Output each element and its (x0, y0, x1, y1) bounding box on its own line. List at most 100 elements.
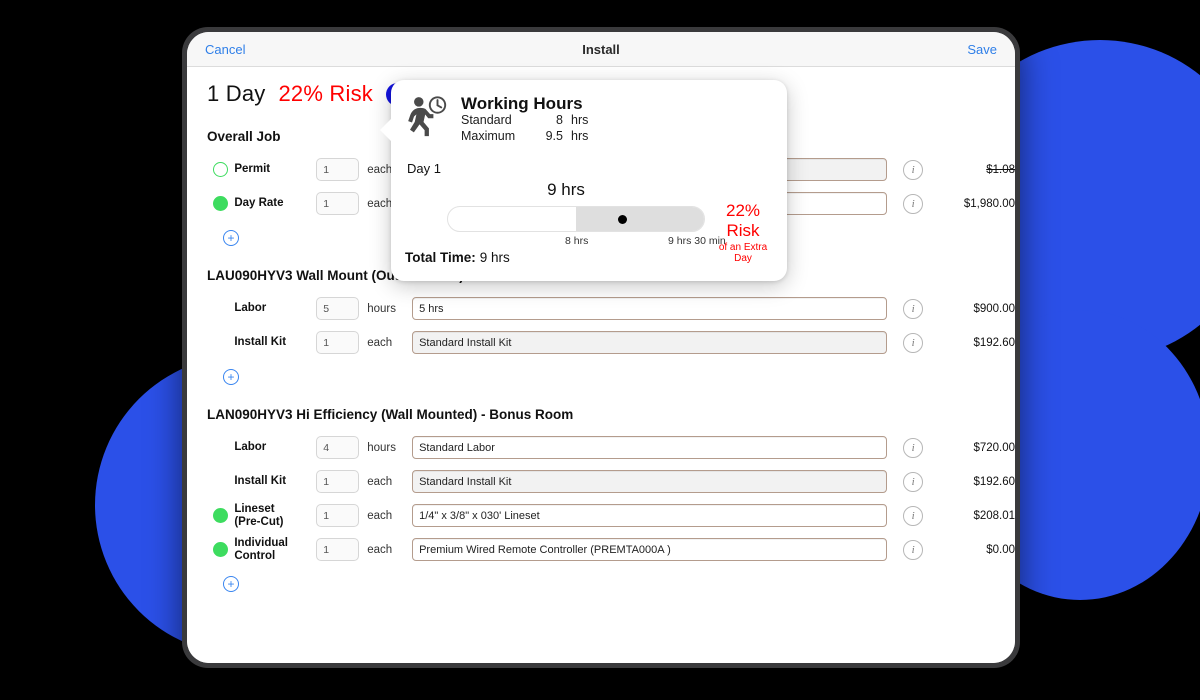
line-item-label: Install Kit (234, 336, 287, 349)
unit-label: each (367, 336, 393, 349)
hours-slider[interactable]: 9 hrs 8 hrs 9 hrs 30 min 22% Risk of an … (405, 180, 771, 264)
quantity-input[interactable] (316, 470, 360, 493)
working-hours-popover: Working Hours Standard 8 hrs Maximum 9.5… (380, 80, 787, 281)
row-info-icon[interactable]: i (903, 298, 924, 319)
quantity-input[interactable] (316, 538, 360, 561)
status-dot-none-icon[interactable] (213, 440, 228, 455)
line-item-price: $192.60 (973, 336, 1015, 349)
description-input[interactable] (412, 538, 888, 561)
line-item-row: Install Kit each i $192.60 (207, 326, 1015, 359)
status-dot-filled-icon[interactable] (213, 542, 229, 557)
status-dot-cell (207, 301, 234, 316)
maximum-unit: hrs (571, 128, 589, 143)
status-dot-none-icon[interactable] (213, 474, 228, 489)
add-line-item-button[interactable]: + (223, 576, 239, 592)
unit-label: each (367, 509, 393, 522)
row-info-icon[interactable]: i (903, 159, 924, 180)
row-info-icon[interactable]: i (903, 505, 924, 526)
summary-risk: 22% Risk (278, 81, 374, 106)
status-dot-hollow-icon[interactable] (213, 162, 229, 177)
group-title: LAN090HYV3 Hi Efficiency (Wall Mounted) … (207, 407, 574, 422)
summary-days: 1 Day (207, 81, 266, 106)
maximum-label: Maximum (461, 128, 516, 143)
add-line-item-button[interactable]: + (223, 369, 239, 385)
line-item-group: LAU090HYV3 Wall Mount (Outdoor Unit) Labo… (187, 268, 1015, 385)
maximum-hours-line: Maximum 9.5 hrs (461, 129, 588, 145)
walking-person-with-clock-icon (408, 96, 447, 137)
line-item-row: Lineset(Pre-Cut) each i $208.01 (207, 499, 1015, 532)
row-info-icon[interactable]: i (903, 332, 924, 353)
risk-subtitle: of an Extra Day (718, 242, 768, 264)
description-input[interactable] (412, 331, 888, 354)
line-item-label: Labor (234, 302, 267, 315)
status-dot-cell (207, 508, 234, 523)
status-dot-filled-icon[interactable] (213, 196, 229, 211)
description-input[interactable] (412, 504, 888, 527)
tablet-screen: Cancel Install Save 1 Day 22% Risk i Ove… (187, 32, 1015, 663)
unit-label: each (367, 543, 393, 556)
row-info-icon[interactable]: i (903, 193, 924, 214)
quantity-input[interactable] (316, 158, 360, 181)
line-item-price: $192.60 (973, 475, 1015, 488)
line-item-label: Permit (234, 163, 271, 176)
line-item-label: Individual Control (234, 537, 288, 562)
description-input[interactable] (412, 297, 888, 320)
line-item-row: Labor hours i $720.00 (207, 431, 1015, 464)
description-input[interactable] (412, 470, 888, 493)
standard-hours-line: Standard 8 hrs (461, 113, 588, 129)
line-item-price: $900.00 (973, 302, 1015, 315)
slider-track[interactable] (447, 206, 705, 232)
line-item-price: $0.00 (986, 543, 1015, 556)
navigation-bar: Cancel Install Save (187, 32, 1015, 67)
maximum-value: 9.5 (545, 128, 563, 143)
status-dot-cell (207, 162, 234, 177)
row-info-icon[interactable]: i (903, 471, 924, 492)
status-dot-none-icon[interactable] (213, 335, 228, 350)
row-info-icon[interactable]: i (903, 437, 924, 458)
status-dot-filled-icon[interactable] (213, 508, 229, 523)
status-dot-none-icon[interactable] (213, 301, 228, 316)
risk-percent: 22% Risk (725, 201, 761, 240)
quantity-input[interactable] (316, 436, 360, 459)
line-item-price: $1.08 (986, 163, 1015, 176)
line-item-label: Install Kit (234, 475, 287, 488)
quantity-input[interactable] (316, 192, 360, 215)
popover-header-text: Working Hours Standard 8 hrs Maximum 9.5… (461, 94, 588, 144)
description-input[interactable] (412, 436, 888, 459)
line-item-group: LAN090HYV3 Hi Efficiency (Wall Mounted) … (187, 407, 1015, 592)
status-dot-cell (207, 440, 234, 455)
save-button[interactable]: Save (967, 42, 997, 57)
line-item-label: Labor (234, 441, 267, 454)
unit-label: hours (367, 302, 397, 315)
popover-day-label: Day 1 (407, 161, 441, 176)
row-info-icon[interactable]: i (903, 539, 924, 560)
cancel-button[interactable]: Cancel (205, 42, 245, 57)
risk-callout: 22% Risk of an Extra Day (715, 201, 771, 264)
line-item-price: $1,980.00 (963, 197, 1015, 210)
unit-label: each (367, 475, 393, 488)
screenshot-stage: Cancel Install Save 1 Day 22% Risk i Ove… (0, 0, 1200, 700)
line-item-row: Install Kit each i $192.60 (207, 465, 1015, 498)
line-item-price: $208.01 (973, 509, 1015, 522)
add-line-item-button[interactable]: + (223, 230, 239, 246)
tablet-device-frame: Cancel Install Save 1 Day 22% Risk i Ove… (182, 27, 1020, 668)
slider-knob[interactable] (618, 215, 627, 224)
popover-arrow (380, 118, 392, 142)
line-item-row: Labor hours i $900.00 (207, 292, 1015, 325)
total-time-value: 9 hrs (479, 250, 510, 265)
standard-unit: hrs (571, 113, 589, 127)
status-dot-cell (207, 335, 234, 350)
unit-label: hours (367, 441, 397, 454)
line-item-price: $720.00 (973, 441, 1015, 454)
quantity-input[interactable] (316, 297, 360, 320)
line-item-label: Day Rate (234, 197, 284, 210)
line-item-row: IndividualControl each i $0.00 (207, 533, 1015, 566)
page-title: Install (582, 41, 620, 57)
status-dot-cell (207, 196, 234, 211)
total-time-label: Total Time: (405, 250, 476, 265)
line-item-label: Lineset (Pre-Cut) (234, 503, 284, 528)
quantity-input[interactable] (316, 504, 360, 527)
popover-title: Working Hours (461, 94, 583, 113)
quantity-input[interactable] (316, 331, 360, 354)
status-dot-cell (207, 474, 234, 489)
